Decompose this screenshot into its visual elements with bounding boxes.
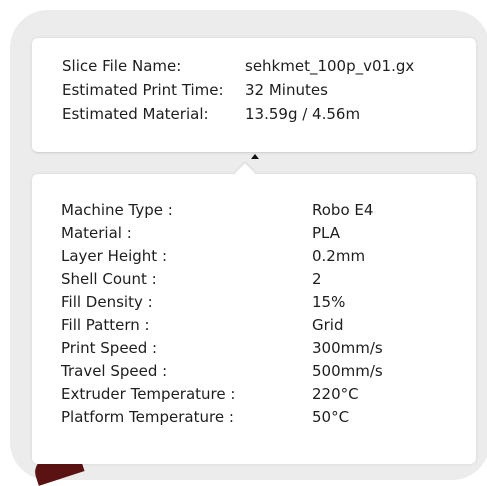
extruder-temperature-value: 220°C [312, 385, 359, 403]
layer-height-value: 0.2mm [312, 247, 366, 265]
detail-row-fill-pattern: Fill Pattern : Grid [61, 315, 343, 335]
travel-speed-label: Travel Speed : [61, 362, 168, 380]
material-label: Material : [61, 224, 132, 242]
detail-row-travel-speed: Travel Speed : 500mm/s [61, 361, 383, 381]
machine-type-label: Machine Type : [61, 201, 173, 219]
estimated-print-time-value: 32 Minutes [245, 81, 328, 99]
collapse-details-toggle[interactable] [245, 150, 265, 166]
slice-file-name-value: sehkmet_100p_v01.gx [245, 57, 415, 75]
travel-speed-value: 500mm/s [312, 362, 383, 380]
print-speed-value: 300mm/s [312, 339, 383, 357]
estimated-material-label: Estimated Material: [62, 105, 209, 123]
machine-type-value: Robo E4 [312, 201, 374, 219]
layer-height-label: Layer Height : [61, 247, 167, 265]
detail-row-platform-temperature: Platform Temperature : 50°C [61, 407, 349, 427]
estimated-print-time-label: Estimated Print Time: [62, 81, 224, 99]
extruder-temperature-label: Extruder Temperature : [61, 385, 236, 403]
fill-pattern-label: Fill Pattern : [61, 316, 150, 334]
fill-pattern-value: Grid [312, 316, 344, 334]
estimated-material-row: Estimated Material: 13.59g / 4.56m [62, 104, 360, 124]
slice-summary-card: Slice File Name: sehkmet_100p_v01.gx Est… [32, 38, 476, 153]
detail-row-extruder-temperature: Extruder Temperature : 220°C [61, 384, 359, 404]
detail-row-layer-height: Layer Height : 0.2mm [61, 246, 365, 266]
slice-file-name-row: Slice File Name: sehkmet_100p_v01.gx [62, 56, 414, 76]
caret-up-icon [251, 154, 259, 159]
estimated-material-value: 13.59g / 4.56m [245, 105, 361, 123]
detail-row-machine-type: Machine Type : Robo E4 [61, 200, 373, 220]
slice-file-name-label: Slice File Name: [62, 57, 182, 75]
detail-row-material: Material : PLA [61, 223, 340, 243]
print-speed-label: Print Speed : [61, 339, 158, 357]
detail-row-shell-count: Shell Count : 2 [61, 269, 322, 289]
shell-count-label: Shell Count : [61, 270, 157, 288]
platform-temperature-label: Platform Temperature : [61, 408, 234, 426]
print-settings-card: Machine Type : Robo E4 Material : PLA La… [32, 174, 476, 464]
material-value: PLA [312, 224, 341, 242]
fill-density-value: 15% [312, 293, 346, 311]
detail-row-print-speed: Print Speed : 300mm/s [61, 338, 383, 358]
shell-count-value: 2 [312, 270, 322, 288]
fill-density-label: Fill Density : [61, 293, 153, 311]
platform-temperature-value: 50°C [312, 408, 350, 426]
estimated-print-time-row: Estimated Print Time: 32 Minutes [62, 80, 328, 100]
detail-row-fill-density: Fill Density : 15% [61, 292, 345, 312]
